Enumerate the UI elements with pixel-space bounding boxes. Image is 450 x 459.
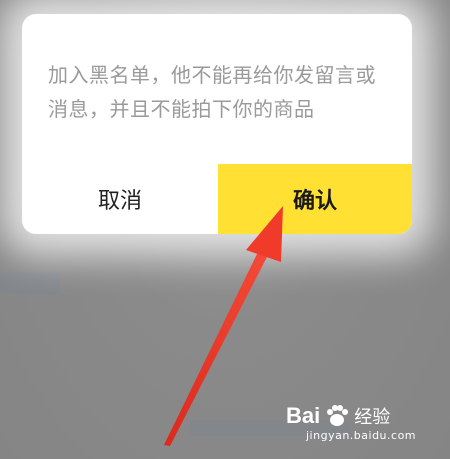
confirm-button[interactable]: 确认: [218, 164, 412, 234]
watermark-brand-right: 经验: [354, 407, 391, 428]
dialog-message: 加入黑名单，他不能再给你发留言或消息，并且不能拍下你的商品: [48, 63, 376, 121]
background-bar: [0, 272, 60, 294]
paw-icon: [327, 405, 349, 426]
cancel-button[interactable]: 取消: [22, 164, 218, 234]
watermark-brand-left: Bai: [286, 403, 321, 428]
blacklist-confirm-dialog: 加入黑名单，他不能再给你发留言或消息，并且不能拍下你的商品 取消 确认: [22, 14, 412, 234]
watermark-url: jingyan.baidu.com: [306, 429, 417, 442]
baidu-jingyan-watermark: Bai 经验 jingyan.baidu.com: [286, 403, 436, 451]
